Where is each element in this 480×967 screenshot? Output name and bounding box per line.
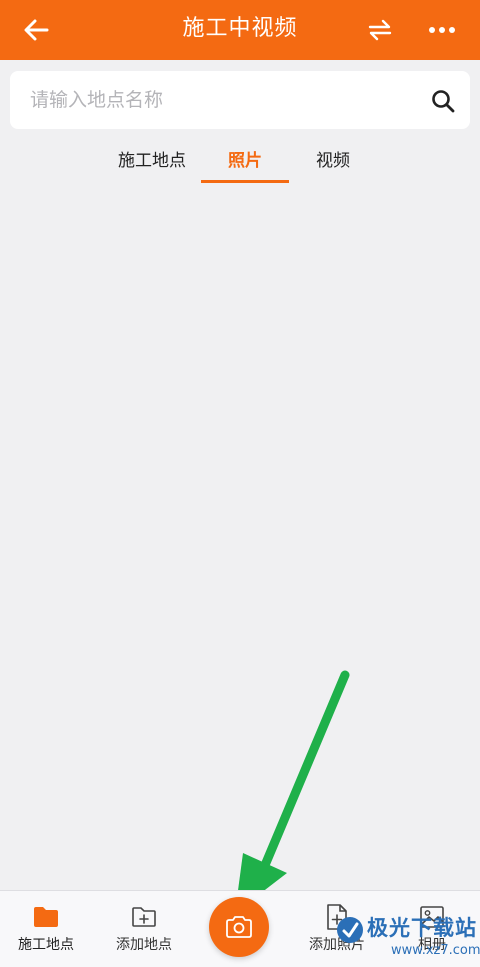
watermark-url: www.xz7.com [391, 943, 480, 958]
swap-arrows-icon [368, 19, 392, 41]
folder-icon [34, 907, 58, 927]
annotation-arrow-icon [235, 670, 350, 913]
tab-sites[interactable]: 施工地点 [112, 149, 192, 173]
nav-sites[interactable]: 施工地点 [0, 891, 92, 967]
more-dots-icon [429, 27, 455, 33]
search-input[interactable] [30, 86, 410, 114]
camera-icon [226, 916, 252, 938]
search-icon[interactable] [430, 88, 456, 114]
watermark: 极光下载站 www.xz7.com [333, 911, 480, 967]
folder-add-icon [132, 907, 156, 927]
active-tab-indicator [201, 180, 289, 183]
brand-logo-icon [337, 917, 363, 943]
camera-button[interactable] [209, 897, 269, 957]
tab-photos[interactable]: 照片 [201, 149, 289, 173]
search-bar [10, 71, 470, 129]
nav-add-site[interactable]: 添加地点 [96, 891, 192, 967]
nav-add-site-label: 添加地点 [116, 937, 172, 953]
watermark-brand: 极光下载站 [367, 916, 477, 940]
more-button[interactable] [424, 14, 460, 46]
tab-bar: 施工地点 照片 视频 [0, 140, 480, 186]
tab-videos[interactable]: 视频 [300, 149, 366, 173]
page-title: 施工中视频 [182, 16, 298, 41]
top-app-bar: 施工中视频 [0, 0, 480, 60]
swap-button[interactable] [364, 14, 396, 46]
nav-sites-label: 施工地点 [18, 937, 74, 953]
